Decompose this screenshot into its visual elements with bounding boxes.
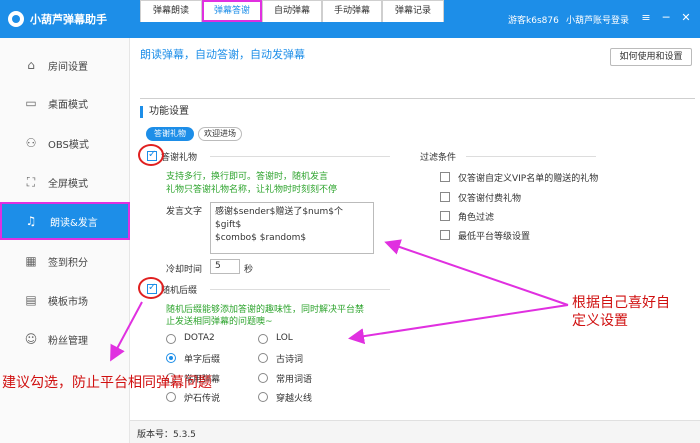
arrow-to-suffix-options — [348, 304, 569, 345]
arrow-to-suffix-checkbox — [110, 301, 143, 362]
annotation-note-right: 根据自己喜好自 定义设置 — [572, 294, 670, 330]
annotation-note-bottom: 建议勾选，防止平台相同弹幕问题 — [2, 375, 212, 391]
annotation-note-right-line1: 根据自己喜好自 — [572, 295, 670, 311]
arrow-to-textarea — [384, 239, 569, 306]
annotation-note-right-line2: 定义设置 — [572, 313, 628, 329]
